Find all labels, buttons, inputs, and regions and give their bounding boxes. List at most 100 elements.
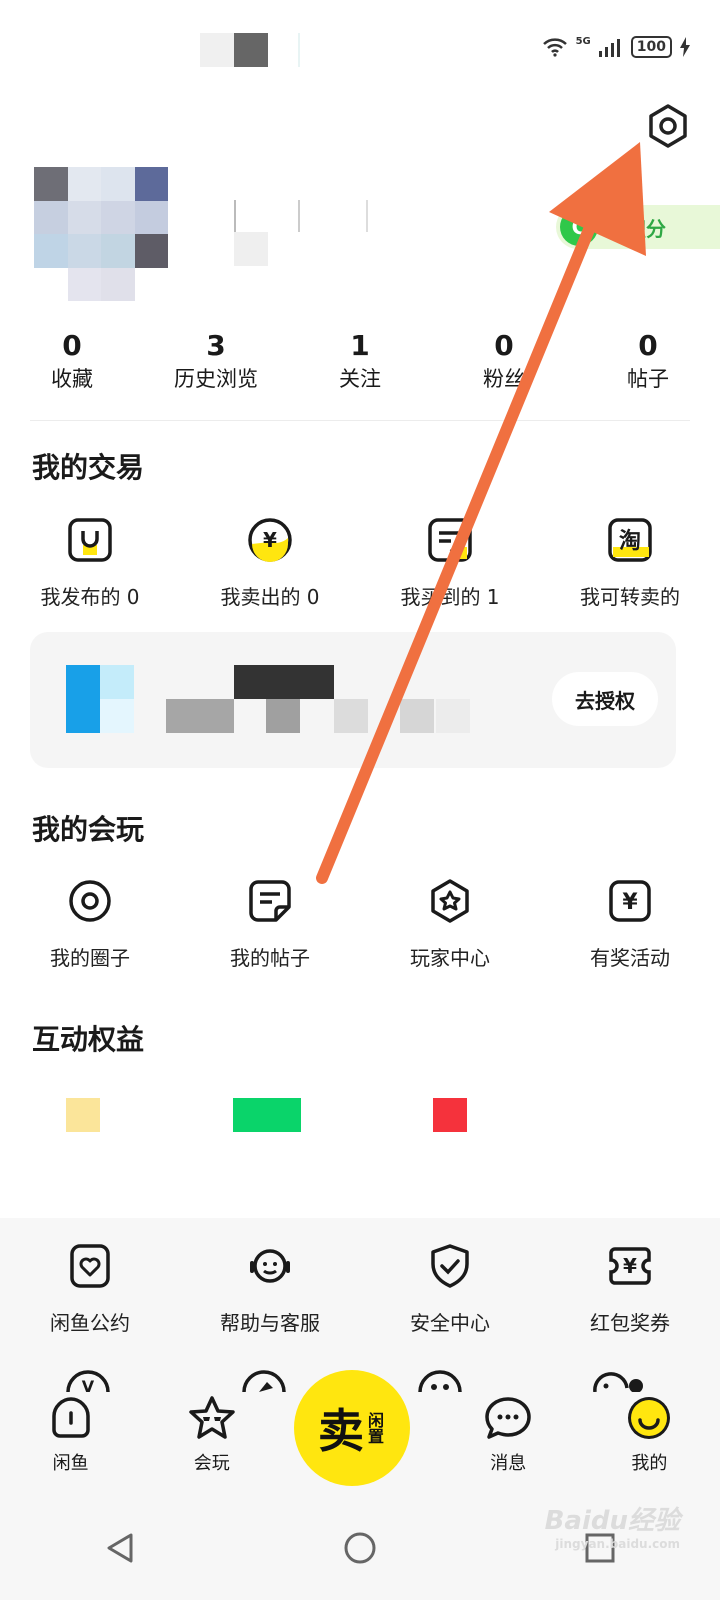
trade-item-sold[interactable]: ¥ 我卖出的 0	[180, 517, 360, 610]
star-face-icon	[189, 1396, 235, 1439]
play-item-label: 我的圈子	[50, 946, 130, 970]
stat-label: 收藏	[51, 367, 93, 391]
yuan-circle-icon: ¥	[248, 518, 292, 562]
stat-value: 3	[206, 329, 226, 362]
avatar[interactable]	[34, 167, 168, 301]
tab-label: 会玩	[193, 1453, 230, 1474]
section-title-rights: 互动权益	[32, 1023, 145, 1056]
rights-item-blurred-3[interactable]	[433, 1098, 467, 1132]
stats-row: 0 收藏 3 历史浏览 1 关注 0 粉丝 0 帖子	[0, 330, 720, 394]
smile-icon	[628, 1397, 671, 1439]
trade-item-label: 我卖出的 0	[220, 585, 320, 609]
svg-text:¥: ¥	[263, 528, 277, 552]
service-convention[interactable]: 闲鱼公约	[0, 1243, 180, 1336]
sell-button[interactable]: 卖 闲置	[294, 1370, 410, 1486]
play-item-player-center[interactable]: 玩家中心	[360, 878, 540, 971]
circle-icon	[69, 880, 111, 922]
tab-play[interactable]: 会玩	[141, 1395, 282, 1495]
tab-home[interactable]: 闲鱼	[0, 1395, 141, 1495]
settings-gear-icon[interactable]	[646, 104, 690, 148]
authorization-card[interactable]: 去授权	[30, 632, 676, 768]
home-icon	[51, 1397, 90, 1438]
taobao-icon: 淘	[608, 518, 652, 562]
watermark-subtext: jingyan.baidu.com	[555, 1537, 680, 1551]
auth-text-blurred	[166, 665, 470, 733]
back-icon[interactable]	[103, 1531, 137, 1565]
stat-label: 帖子	[627, 367, 669, 391]
username-blurred	[234, 200, 404, 270]
status-icons: 5G 100	[542, 36, 690, 58]
charging-icon	[680, 37, 690, 57]
sell-button-big: 卖	[318, 1404, 364, 1458]
stat-label: 粉丝	[483, 367, 525, 391]
stat-value: 0	[494, 329, 514, 362]
divider	[30, 420, 690, 421]
stat-label: 历史浏览	[174, 367, 258, 391]
authorize-button[interactable]: 去授权	[552, 672, 658, 726]
pet-icon	[593, 1372, 643, 1392]
rights-item-blurred-2[interactable]	[233, 1098, 301, 1132]
network-label: 5G	[575, 35, 591, 47]
service-label: 闲鱼公约	[50, 1311, 130, 1335]
section-title-play: 我的会玩	[32, 813, 145, 846]
svg-text:¥: ¥	[622, 890, 638, 915]
play-item-posts[interactable]: 我的帖子	[180, 878, 360, 971]
service-security[interactable]: 安全中心	[360, 1243, 540, 1336]
trade-item-resell[interactable]: 淘 我可转卖的	[540, 517, 720, 610]
svg-text:V: V	[82, 1377, 95, 1392]
trade-item-label: 我可转卖的	[580, 585, 680, 609]
tab-label: 消息	[490, 1453, 527, 1474]
play-item-label: 有奖活动	[590, 946, 670, 970]
trade-item-label: 我发布的 0	[40, 585, 140, 609]
play-item-rewards[interactable]: ¥ 有奖活动	[540, 878, 720, 971]
stat-posts[interactable]: 0 帖子	[576, 330, 720, 394]
watermark-text: Baidu经验	[544, 1506, 680, 1536]
shield-check-icon	[431, 1244, 469, 1288]
tab-mine[interactable]: 我的	[579, 1395, 720, 1495]
service-label: 红包奖券	[590, 1311, 670, 1335]
trade-item-label: 我买到的 1	[400, 585, 500, 609]
service-label: 帮助与客服	[220, 1311, 320, 1335]
trade-item-published[interactable]: 我发布的 0	[0, 517, 180, 610]
yuan-card-icon: ¥	[609, 880, 651, 922]
sell-button-small: 闲置	[365, 1412, 384, 1444]
star-badge-icon	[431, 879, 469, 923]
battery-indicator: 100	[630, 36, 672, 58]
mascot-icon	[418, 1370, 462, 1392]
svg-text:¥: ¥	[623, 1254, 637, 1278]
heart-doc-icon	[70, 1244, 110, 1288]
stat-value: 0	[62, 329, 82, 362]
headset-icon	[250, 1249, 290, 1283]
carbon-points-badge[interactable]: C 碳积分	[556, 205, 720, 249]
v-badge-icon: V	[66, 1370, 110, 1392]
play-grid: 我的圈子 我的帖子 玩家中心 ¥ 有奖活动	[0, 878, 720, 971]
section-title-trade: 我的交易	[32, 451, 145, 484]
rights-item-blurred-1[interactable]	[66, 1098, 100, 1132]
taobao-glyph: 淘	[619, 528, 641, 554]
play-item-circles[interactable]: 我的圈子	[0, 878, 180, 971]
play-item-label: 我的帖子	[230, 946, 310, 970]
pin-icon	[242, 1370, 286, 1392]
service-label: 安全中心	[410, 1311, 490, 1335]
tab-label: 闲鱼	[52, 1453, 89, 1474]
stat-value: 0	[638, 329, 658, 362]
stat-favorites[interactable]: 0 收藏	[0, 330, 144, 394]
stat-history[interactable]: 3 历史浏览	[144, 330, 288, 394]
trade-grid: 我发布的 0 ¥ 我卖出的 0 我买到的 1 淘 我可转卖的	[0, 517, 720, 610]
tab-label: 我的	[631, 1453, 668, 1474]
receipt-icon	[428, 518, 472, 562]
chat-icon	[485, 1397, 531, 1439]
services-grid: 闲鱼公约 帮助与客服 安全中心 ¥ 红包奖券	[0, 1243, 720, 1336]
home-circle-icon[interactable]	[343, 1531, 377, 1565]
service-coupons[interactable]: ¥ 红包奖券	[540, 1243, 720, 1336]
carbon-points-label: 碳积分	[606, 216, 666, 241]
tab-messages[interactable]: 消息	[438, 1395, 579, 1495]
service-help[interactable]: 帮助与客服	[180, 1243, 360, 1336]
trade-item-bought[interactable]: 我买到的 1	[360, 517, 540, 610]
play-item-label: 玩家中心	[410, 946, 490, 970]
wifi-icon	[542, 38, 567, 57]
stat-fans[interactable]: 0 粉丝	[432, 330, 576, 394]
stat-following[interactable]: 1 关注	[288, 330, 432, 394]
stat-label: 关注	[339, 367, 381, 391]
note-icon	[249, 880, 291, 922]
